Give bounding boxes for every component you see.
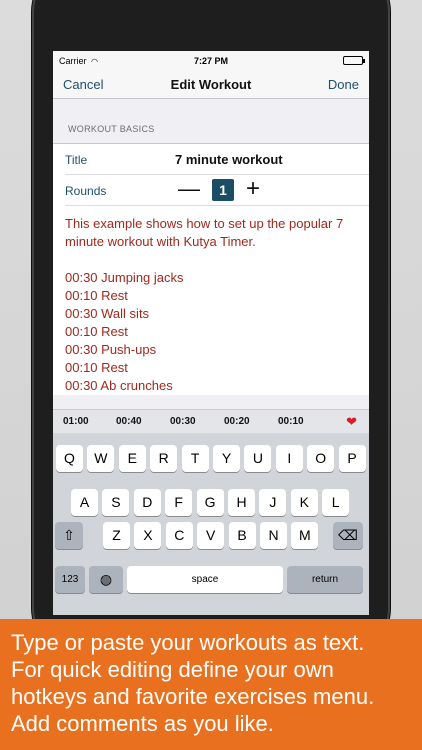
notes-line: 00:30 Jumping jacks: [65, 270, 184, 285]
key-r[interactable]: R: [150, 445, 178, 472]
hotkey-button[interactable]: 00:10: [278, 416, 304, 427]
key-f[interactable]: F: [165, 489, 193, 516]
key-q[interactable]: Q: [56, 445, 83, 472]
key-m[interactable]: M: [291, 522, 319, 549]
rounds-value: 1: [212, 179, 234, 201]
notes-line: 00:10 Rest: [65, 288, 128, 303]
cancel-button[interactable]: Cancel: [63, 77, 103, 92]
shift-key[interactable]: ⇧: [55, 522, 83, 549]
rounds-row: Rounds — 1 +: [65, 175, 369, 206]
key-x[interactable]: X: [134, 522, 162, 549]
caption-line: Type or paste your workouts as text.: [11, 630, 365, 655]
phone-screen: Carrier ◠ 7:27 PM Cancel Edit Workout Do…: [53, 51, 369, 615]
globe-icon[interactable]: ◍: [89, 566, 123, 593]
rounds-increment-button[interactable]: +: [246, 175, 260, 203]
done-button[interactable]: Done: [328, 77, 359, 92]
key-s[interactable]: S: [102, 489, 130, 516]
status-time: 7:27 PM: [193, 56, 228, 66]
key-b[interactable]: B: [228, 522, 256, 549]
hotkey-button[interactable]: 00:20: [224, 416, 250, 427]
hotkey-button[interactable]: 00:40: [116, 416, 142, 427]
key-e[interactable]: E: [118, 445, 146, 472]
numbers-key[interactable]: 123: [55, 566, 85, 593]
key-a[interactable]: A: [71, 489, 98, 516]
workout-notes-textarea[interactable]: This example shows how to set up the pop…: [53, 206, 369, 395]
return-key[interactable]: return: [287, 566, 363, 593]
key-u[interactable]: U: [244, 445, 272, 472]
notes-intro: This example shows how to set up the pop…: [65, 216, 344, 249]
caption-line: For quick editing define your own: [11, 657, 334, 682]
key-i[interactable]: I: [275, 445, 303, 472]
notes-line: 00:30 Wall sits: [65, 306, 150, 321]
key-c[interactable]: C: [165, 522, 193, 549]
hotkey-button[interactable]: 01:00: [63, 416, 89, 427]
section-header-workout-basics: WORKOUT BASICS: [68, 124, 155, 134]
rounds-decrement-button[interactable]: —: [178, 176, 200, 202]
key-k[interactable]: K: [290, 489, 318, 516]
notes-line: 00:10 Rest: [65, 324, 128, 339]
key-n[interactable]: N: [260, 522, 287, 549]
key-p[interactable]: P: [338, 445, 366, 472]
title-row[interactable]: Title 7 minute workout: [65, 144, 369, 175]
status-bar: Carrier ◠ 7:27 PM: [53, 51, 369, 71]
key-o[interactable]: O: [307, 445, 335, 472]
key-v[interactable]: V: [197, 522, 225, 549]
title-label: Title: [65, 153, 88, 167]
title-field[interactable]: 7 minute workout: [175, 152, 283, 167]
key-t[interactable]: T: [181, 445, 209, 472]
promo-caption: Type or paste your workouts as text. For…: [0, 619, 422, 750]
hotkey-button[interactable]: 00:30: [170, 416, 196, 427]
key-d[interactable]: D: [133, 489, 161, 516]
notes-line: 00:30 Push-ups: [65, 342, 157, 357]
notes-line: 00:10 Rest: [65, 360, 128, 375]
navigation-bar: Cancel Edit Workout Done: [53, 71, 369, 99]
key-h[interactable]: H: [228, 489, 255, 516]
hotkey-bar: 01:00 00:40 00:30 00:20 00:10 ❤: [53, 409, 369, 433]
caption-line: Add comments as you like.: [11, 711, 274, 736]
key-j[interactable]: J: [259, 489, 287, 516]
delete-key[interactable]: ⌫: [333, 522, 363, 549]
notes-line: 00:30 Ab crunches: [65, 378, 173, 393]
battery-icon: [343, 56, 365, 65]
key-y[interactable]: Y: [213, 445, 240, 472]
keyboard: ⇧ ⌫ 123 ◍ space return QWERTYUIOP ASDFGHJ…: [53, 433, 369, 615]
caption-line: hotkeys and favorite exercises menu.: [11, 684, 375, 709]
heart-icon[interactable]: ❤: [346, 414, 357, 430]
key-l[interactable]: L: [322, 489, 350, 516]
key-w[interactable]: W: [87, 445, 115, 472]
workout-basics-group: Title 7 minute workout Rounds — 1 + This…: [53, 143, 369, 395]
space-key[interactable]: space: [127, 566, 283, 593]
key-g[interactable]: G: [196, 489, 224, 516]
key-z[interactable]: Z: [103, 522, 130, 549]
rounds-label: Rounds: [65, 184, 107, 198]
